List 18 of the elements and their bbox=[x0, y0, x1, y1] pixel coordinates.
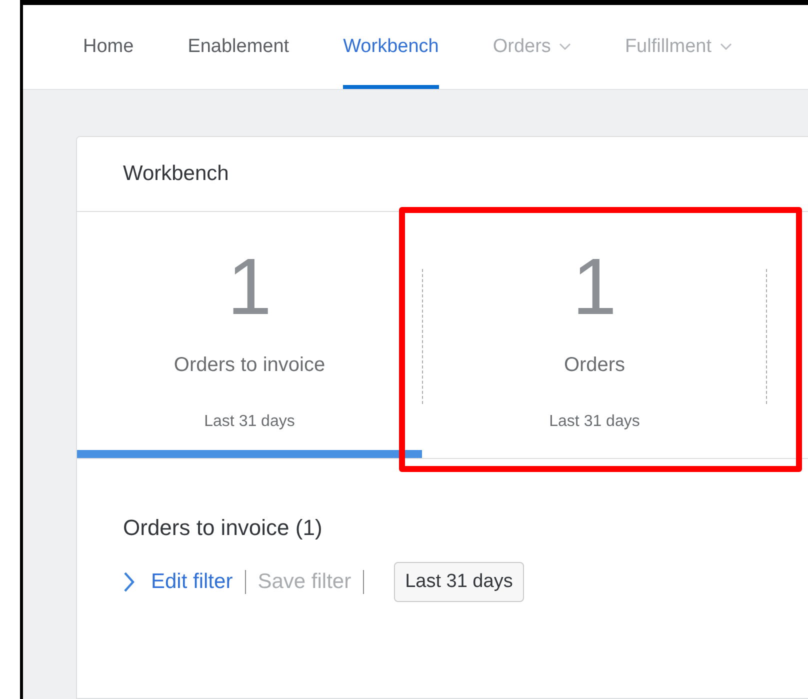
chevron-down-icon bbox=[720, 43, 732, 51]
chevron-right-icon[interactable] bbox=[123, 571, 135, 593]
card-title: Workbench bbox=[123, 161, 229, 188]
kpi-tile[interactable]: 1 Orders Last 31 days bbox=[422, 212, 767, 458]
nav-tab[interactable]: Enablement bbox=[188, 5, 290, 89]
nav-tab[interactable]: Home bbox=[83, 5, 134, 89]
kpi-count: 1 bbox=[572, 242, 617, 332]
kpi-period: Last 31 days bbox=[549, 412, 640, 432]
nav-tab[interactable]: Workbench bbox=[343, 5, 439, 89]
kpi-tile[interactable]: 1 Orders to invoice Last 31 days bbox=[77, 212, 422, 458]
kpi-period: Last 31 days bbox=[204, 412, 295, 432]
section-title: Orders to invoice (1) bbox=[123, 514, 324, 542]
chevron-down-icon bbox=[558, 43, 571, 51]
date-range-chip[interactable]: Last 31 days bbox=[394, 562, 524, 602]
filter-link[interactable]: Edit filter bbox=[151, 566, 233, 598]
kpi-count: 1 bbox=[227, 242, 272, 332]
kpi-label: Orders bbox=[564, 353, 626, 378]
kpi-label: Orders to invoice bbox=[174, 353, 326, 378]
